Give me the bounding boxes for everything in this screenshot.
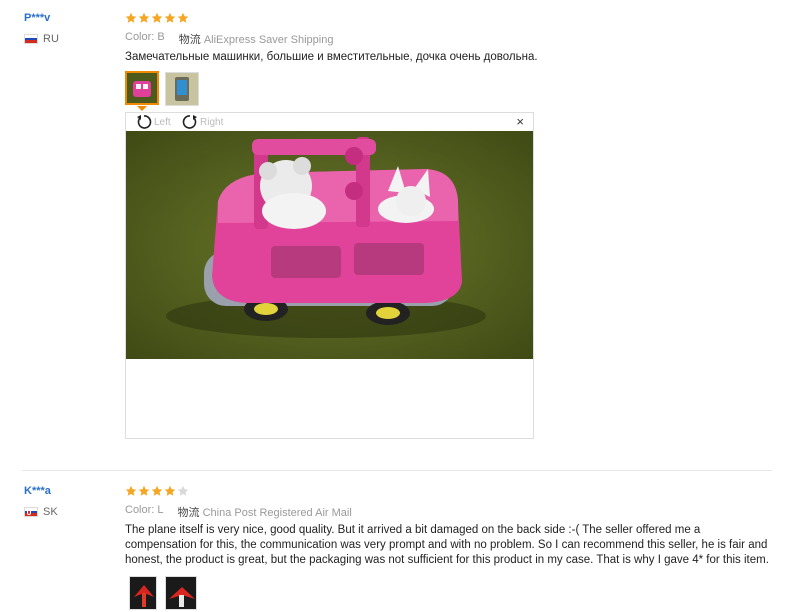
star-rating [125,12,189,24]
viewer-toolbar: Left Right × [126,113,533,131]
star-filled-icon [138,485,150,496]
rotate-left-button[interactable]: Left [136,114,171,130]
review-photo-thumbnail[interactable] [165,576,197,610]
star-filled-icon [151,12,163,23]
color-value: L [157,504,164,516]
star-filled-icon [177,12,189,23]
rotate-right-icon [182,115,197,129]
star-empty-icon [177,485,189,496]
review-card: P***v RU Color: B 物流 AliExpress Saver Sh… [0,0,800,470]
pink-toy-car-photo [126,131,533,359]
shipping-label: 物流 [177,507,200,519]
star-filled-icon [138,12,150,23]
star-filled-icon [164,12,176,23]
shipping-info: 物流 China Post Registered Air Mail [178,504,352,520]
order-info: Color: B 物流 AliExpress Saver Shipping [125,31,333,47]
order-info: Color: L 物流 China Post Registered Air Ma… [125,504,352,520]
star-filled-icon [125,12,137,23]
review-card: K***a SK Color: L 物流 China Post Register… [0,472,800,612]
color-label: Color: [125,504,155,516]
reviewer-name[interactable]: K***a [24,485,51,497]
review-text: Замечательные машинки, большие и вместит… [125,51,538,63]
shipping-value: AliExpress Saver Shipping [203,34,334,46]
flag-sk-icon [24,507,38,517]
color-info: Color: L [125,504,164,520]
rotate-left-label: Left [154,116,171,128]
photo-phone-icon [166,73,198,105]
close-viewer-button[interactable]: × [516,115,524,129]
review-photo-large [126,131,533,359]
color-value: B [157,31,165,43]
country-code: RU [43,33,59,45]
rotate-right-label: Right [200,116,224,128]
color-label: Color: [125,31,155,43]
shipping-value: China Post Registered Air Mail [202,507,352,519]
color-info: Color: B [125,31,165,47]
photo-plane-icon [130,577,156,609]
review-photo-thumbnail[interactable] [125,71,159,105]
review-photo-thumbnail[interactable] [165,72,199,106]
photo-viewer: Left Right × [125,112,534,439]
reviewer-country: RU [24,33,59,45]
star-filled-icon [164,485,176,496]
country-code: SK [43,506,58,518]
photo-car-pink-icon [127,73,157,103]
review-photo-thumbnail[interactable] [129,576,157,610]
flag-ru-icon [24,34,38,44]
review-divider [22,470,772,471]
star-filled-icon [125,485,137,496]
reviewer-name[interactable]: P***v [24,12,50,24]
rotate-left-icon [137,115,152,129]
star-rating [125,485,189,497]
active-thumb-indicator [137,106,147,111]
review-text: The plane itself is very nice, good qual… [125,524,769,566]
photo-plane-icon [166,577,196,609]
reviewer-country: SK [24,506,58,518]
shipping-label: 物流 [178,34,201,46]
rotate-right-button[interactable]: Right [182,114,223,130]
star-filled-icon [151,485,163,496]
shipping-info: 物流 AliExpress Saver Shipping [179,31,334,47]
